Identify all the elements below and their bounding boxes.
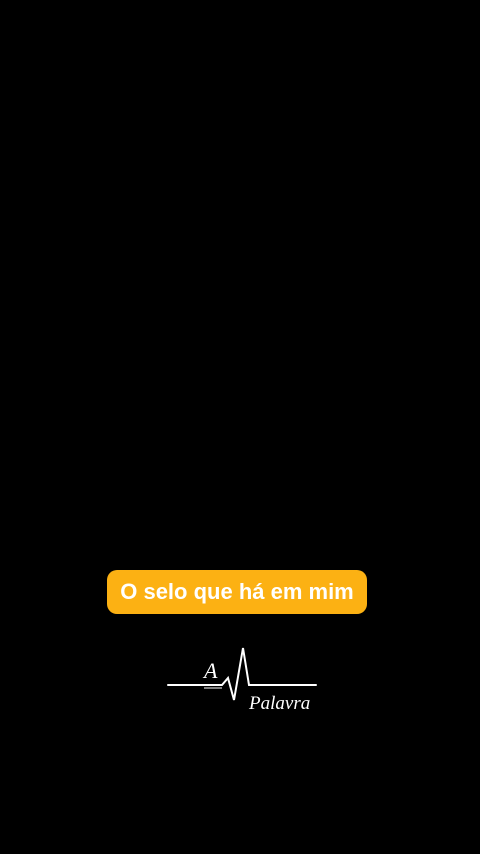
heartbeat-line-icon — [167, 647, 317, 701]
caption-text: O selo que há em mim — [107, 570, 367, 614]
logo-article: A — [204, 658, 218, 683]
a-palavra-logo: A Palavra — [160, 640, 330, 730]
caption-container: O selo que há em mim — [0, 570, 480, 614]
logo-word: Palavra — [249, 693, 311, 714]
